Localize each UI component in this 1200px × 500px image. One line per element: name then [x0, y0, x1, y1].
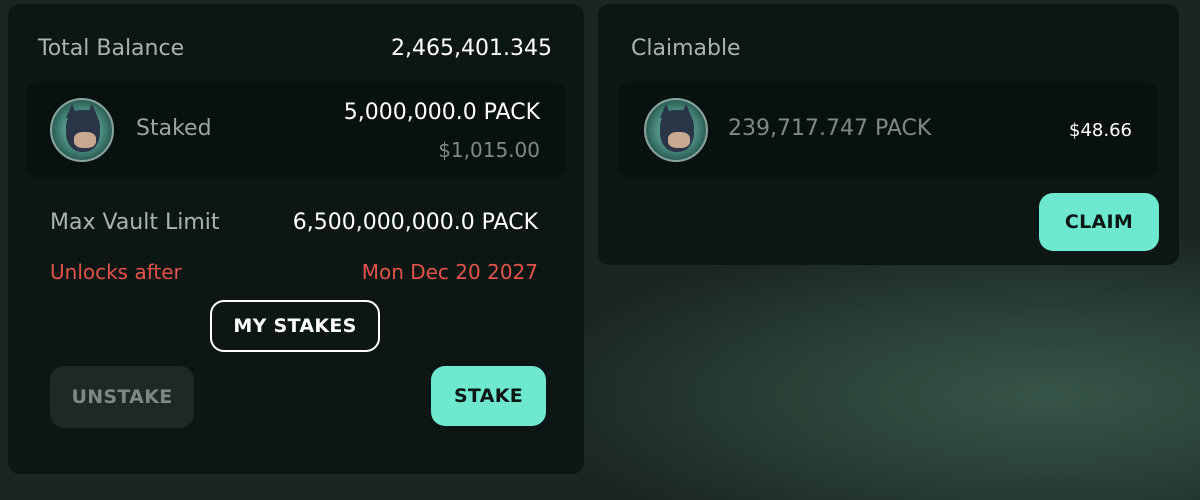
- claim-button[interactable]: CLAIM: [1039, 193, 1159, 251]
- total-balance-value: 2,465,401.345: [391, 36, 552, 61]
- wolf-token-icon: [644, 98, 708, 162]
- claimable-amount: 239,717.747 PACK: [728, 116, 932, 141]
- claimable-panel: Claimable 239,717.747 PACK $48.66 CLAIM: [598, 4, 1179, 265]
- my-stakes-button[interactable]: MY STAKES: [210, 300, 380, 352]
- staked-amount: 5,000,000.0 PACK: [343, 100, 540, 125]
- stake-button[interactable]: STAKE: [431, 366, 546, 426]
- staked-card: Staked 5,000,000.0 PACK $1,015.00: [26, 82, 566, 178]
- unlock-label: Unlocks after: [50, 260, 182, 284]
- total-balance-label: Total Balance: [38, 36, 185, 61]
- claimable-title: Claimable: [631, 36, 741, 61]
- unlock-date: Mon Dec 20 2027: [361, 260, 538, 284]
- staking-panel: Total Balance 2,465,401.345 Staked 5,000…: [8, 4, 584, 474]
- staked-label: Staked: [136, 116, 212, 141]
- staked-usd: $1,015.00: [438, 138, 540, 162]
- max-vault-label: Max Vault Limit: [50, 210, 220, 235]
- claimable-card: 239,717.747 PACK $48.66: [618, 82, 1158, 178]
- claimable-usd: $48.66: [1069, 120, 1132, 141]
- max-vault-value: 6,500,000,000.0 PACK: [292, 210, 538, 235]
- unstake-button[interactable]: UNSTAKE: [50, 366, 194, 428]
- wolf-token-icon: [50, 98, 114, 162]
- background-decoration: [560, 240, 1200, 500]
